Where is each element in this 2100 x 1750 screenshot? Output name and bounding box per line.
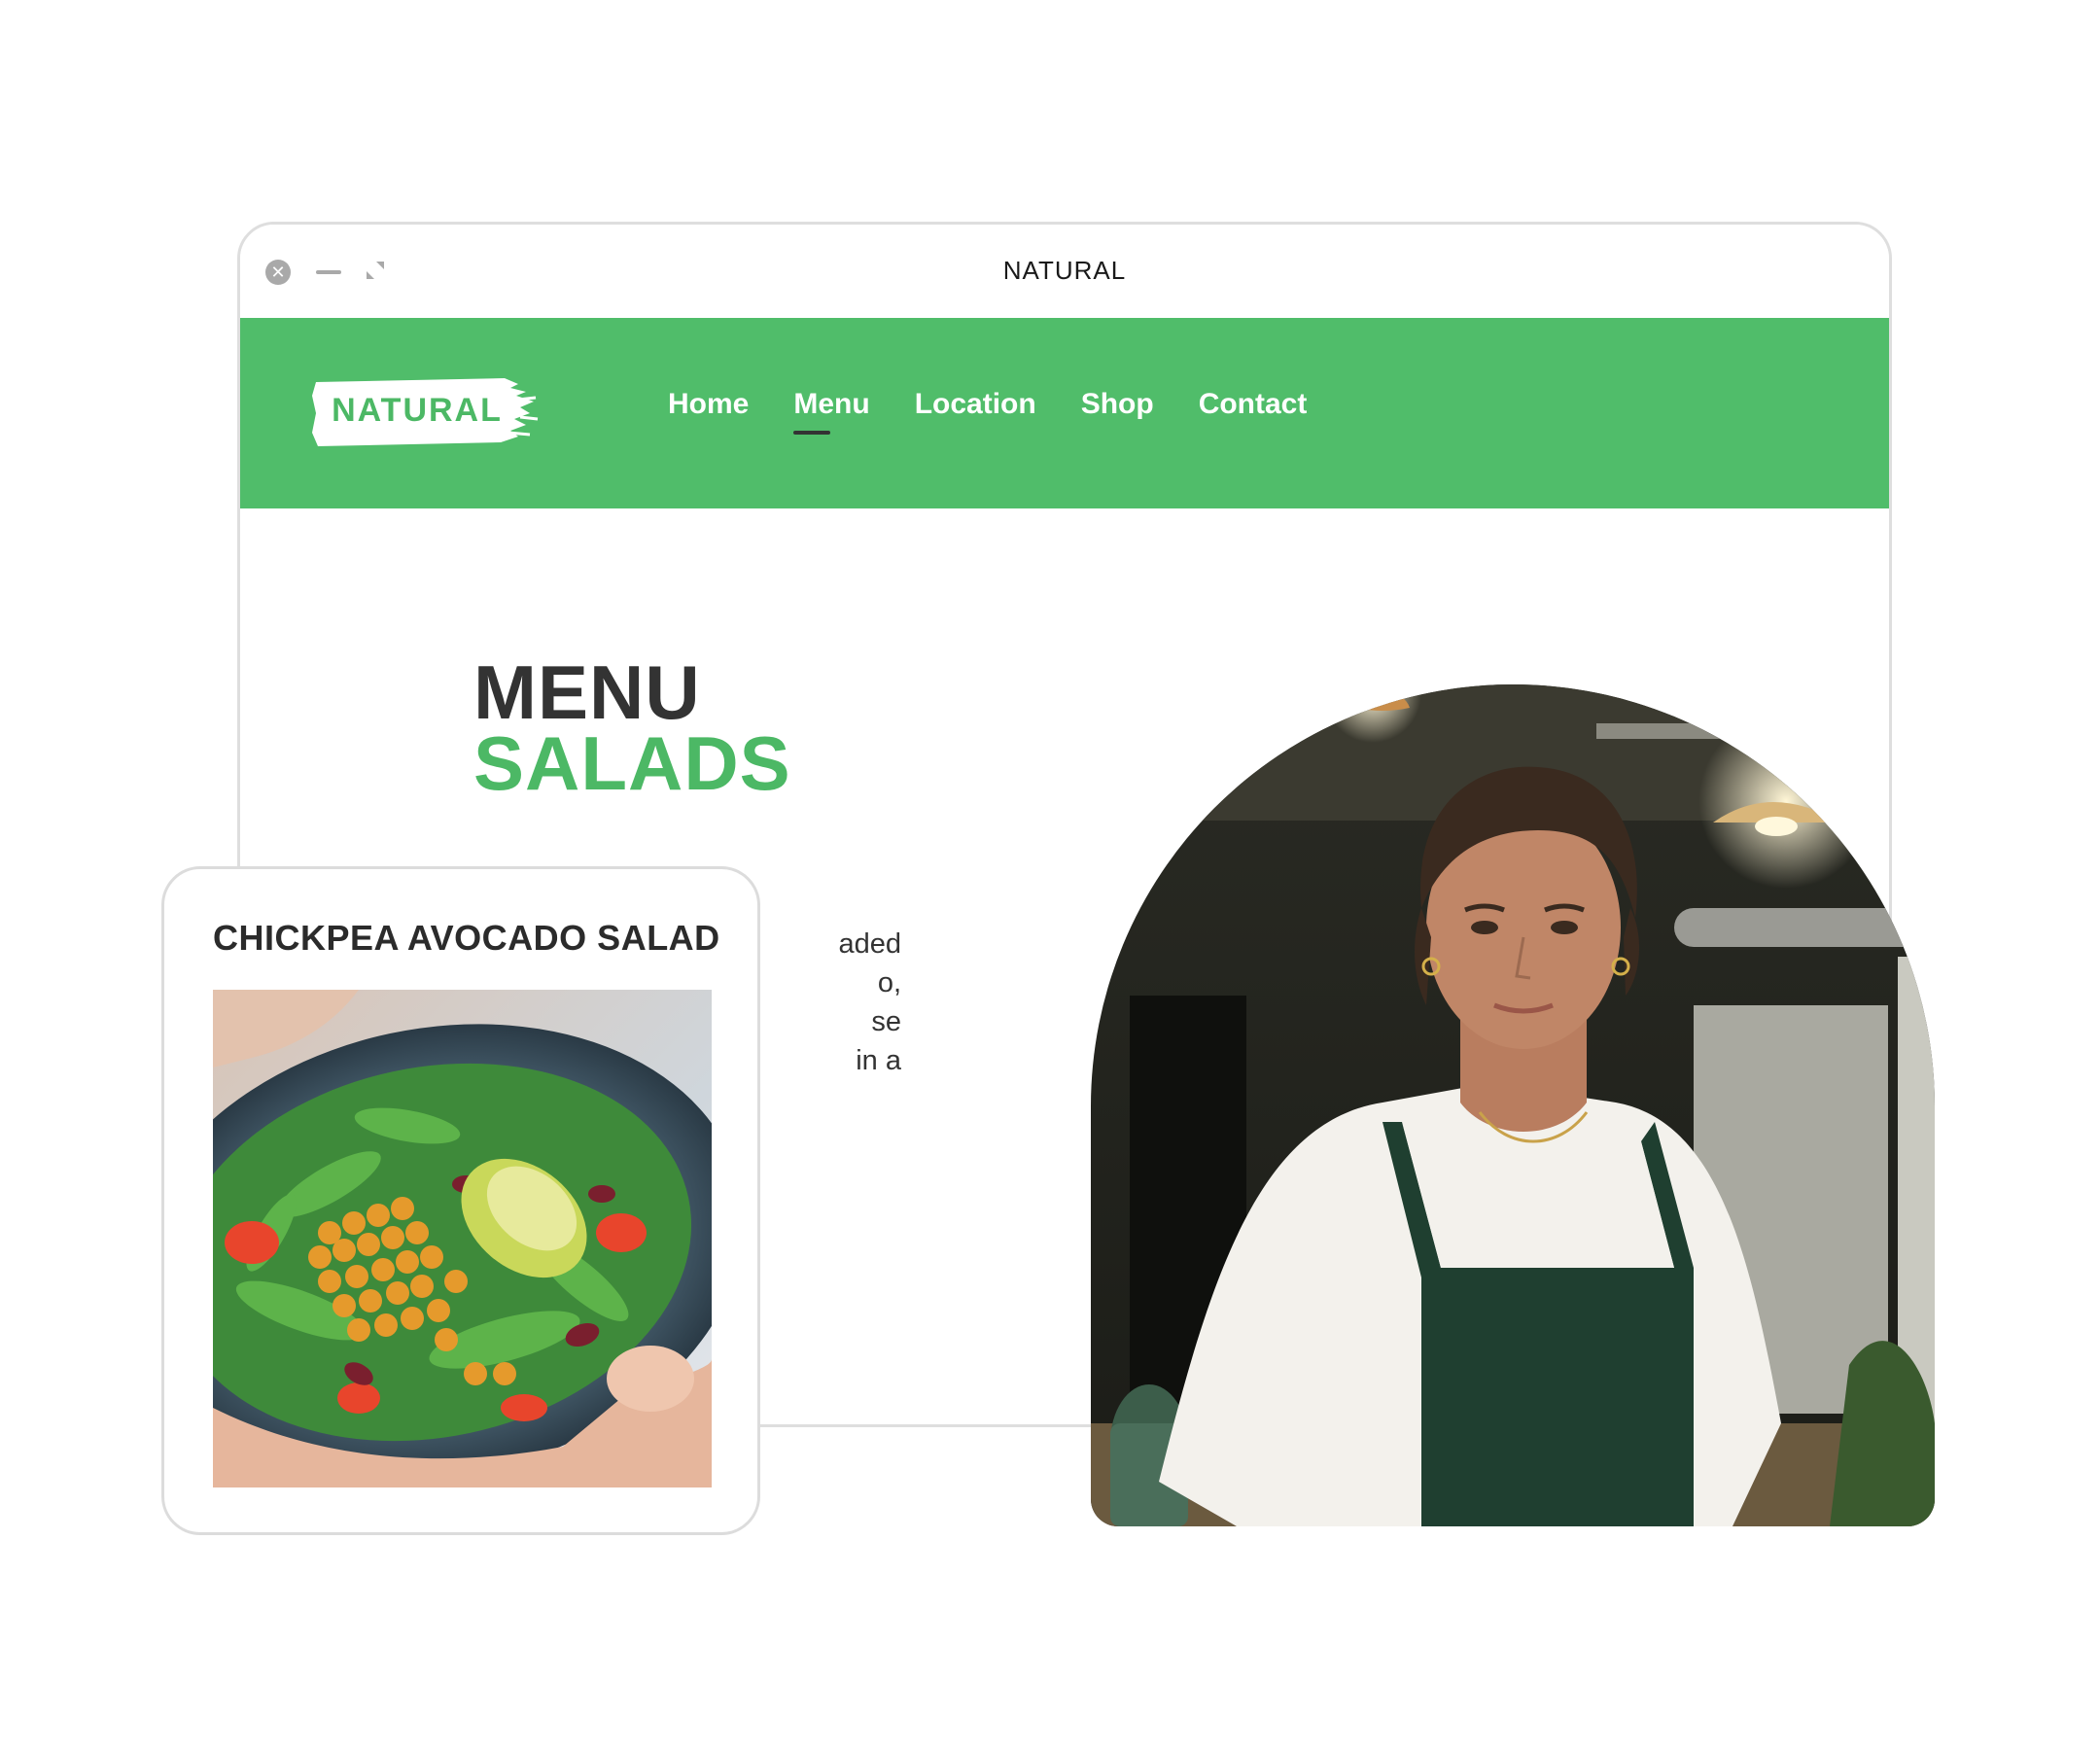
nav-contact[interactable]: Contact bbox=[1199, 388, 1308, 421]
menu-item-card[interactable]: CHICKPEA AVOCADO SALAD bbox=[161, 866, 760, 1535]
heading-salads: SALADS bbox=[473, 720, 791, 806]
window-title: NATURAL bbox=[1002, 256, 1127, 285]
logo-text: NATURAL bbox=[332, 392, 503, 429]
nav-shop[interactable]: Shop bbox=[1081, 388, 1154, 421]
title-bar: ✕ NATURAL bbox=[240, 225, 1889, 318]
nav-menu[interactable]: Menu bbox=[793, 388, 870, 435]
page-heading: MENU SALADS bbox=[473, 649, 791, 806]
nav-home[interactable]: Home bbox=[668, 388, 749, 421]
main-nav: Home Menu Location Shop Contact bbox=[668, 388, 1308, 435]
chef-portrait-photo bbox=[1091, 684, 1935, 1526]
nav-location[interactable]: Location bbox=[915, 388, 1036, 421]
site-header: NATURAL Home Menu Location Shop Contact bbox=[240, 318, 1889, 508]
salad-photo bbox=[213, 990, 712, 1488]
logo[interactable]: NATURAL bbox=[310, 374, 540, 448]
card-title: CHICKPEA AVOCADO SALAD bbox=[213, 918, 720, 958]
heading-menu: MENU bbox=[473, 649, 701, 735]
